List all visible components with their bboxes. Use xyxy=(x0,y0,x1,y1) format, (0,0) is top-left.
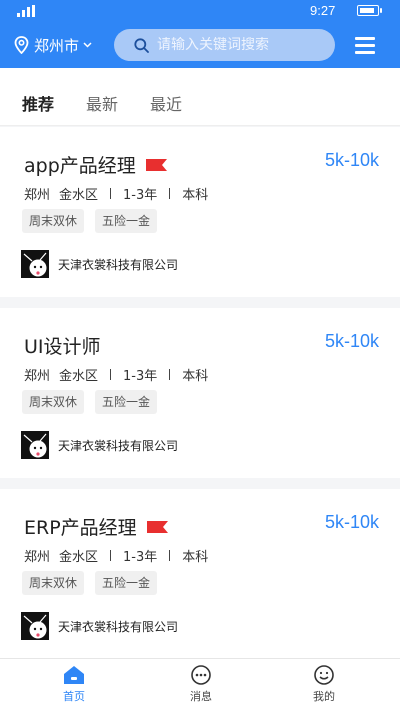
job-title-row: app产品经理 xyxy=(24,151,167,178)
job-tag: 周末双休 xyxy=(22,571,85,595)
divider xyxy=(169,188,171,199)
profile-icon xyxy=(314,665,334,685)
job-experience: 1-3年 xyxy=(123,188,158,203)
status-time: 9:27 xyxy=(310,3,336,18)
job-salary: 5k-10k xyxy=(324,331,379,351)
job-experience: 1-3年 xyxy=(123,369,158,384)
divider xyxy=(110,188,112,199)
job-tag: 五险一金 xyxy=(95,571,158,595)
status-bar: 9:27 xyxy=(0,0,400,22)
top-header: 9:27 郑州市 xyxy=(0,0,400,68)
job-tag: 周末双休 xyxy=(22,209,85,233)
job-title-row: ERP产品经理 xyxy=(24,513,168,540)
nav-messages[interactable]: 消息 xyxy=(171,665,231,704)
tab-latest[interactable]: 最新 xyxy=(86,91,118,115)
nav-messages-label: 消息 xyxy=(190,690,212,703)
job-meta: 郑州 金水区 1-3年 本科 xyxy=(24,184,208,203)
divider xyxy=(110,550,112,561)
company-name: 天津衣裳科技有限公司 xyxy=(58,619,179,634)
menu-icon[interactable] xyxy=(355,37,375,54)
job-title: UI设计师 xyxy=(24,336,101,358)
company-logo-icon xyxy=(21,431,49,459)
location-pin-icon xyxy=(14,36,29,54)
search-icon xyxy=(134,37,149,53)
company-row: 天津衣裳科技有限公司 xyxy=(21,612,178,640)
battery-icon xyxy=(357,5,382,16)
company-row: 天津衣裳科技有限公司 xyxy=(21,431,178,459)
job-meta: 郑州 金水区 1-3年 本科 xyxy=(24,365,208,384)
job-tag: 五险一金 xyxy=(95,209,158,233)
nav-home[interactable]: 首页 xyxy=(44,665,104,704)
city-selector[interactable]: 郑州市 xyxy=(14,33,92,57)
company-row: 天津衣裳科技有限公司 xyxy=(21,250,178,278)
job-salary: 5k-10k xyxy=(324,512,379,532)
tab-nearby[interactable]: 最近 xyxy=(150,91,182,115)
company-logo-icon xyxy=(21,612,49,640)
job-district: 金水区 xyxy=(59,550,99,565)
job-meta: 郑州 金水区 1-3年 本科 xyxy=(24,546,208,565)
job-card[interactable]: app产品经理 5k-10k 郑州 金水区 1-3年 本科 周末双休 五险一金 … xyxy=(0,127,400,297)
divider xyxy=(169,550,171,561)
job-experience: 1-3年 xyxy=(123,550,158,565)
divider xyxy=(110,369,112,380)
job-district: 金水区 xyxy=(59,188,99,203)
city-label: 郑州市 xyxy=(34,36,80,55)
search-bar[interactable] xyxy=(114,29,335,61)
job-education: 本科 xyxy=(182,550,209,565)
nav-home-label: 首页 xyxy=(63,690,85,703)
company-name: 天津衣裳科技有限公司 xyxy=(58,257,179,272)
nav-profile[interactable]: 我的 xyxy=(294,665,354,704)
job-tags: 周末双休 五险一金 xyxy=(22,209,168,233)
company-name: 天津衣裳科技有限公司 xyxy=(58,438,179,453)
job-education: 本科 xyxy=(182,369,209,384)
tab-bar: 推荐 最新 最近 xyxy=(0,68,400,126)
tab-recommended[interactable]: 推荐 xyxy=(22,91,54,115)
job-district: 金水区 xyxy=(59,369,99,384)
search-input[interactable] xyxy=(157,37,317,53)
job-tag: 周末双休 xyxy=(22,390,85,414)
message-icon xyxy=(191,665,211,685)
home-icon xyxy=(64,666,84,684)
job-title-row: UI设计师 xyxy=(24,332,101,359)
job-education: 本科 xyxy=(182,188,209,203)
chevron-down-icon xyxy=(83,42,92,48)
hot-flag-icon xyxy=(146,520,168,533)
hot-flag-icon xyxy=(145,158,167,171)
nav-profile-label: 我的 xyxy=(313,690,335,703)
job-city: 郑州 xyxy=(24,550,51,565)
job-card[interactable]: UI设计师 5k-10k 郑州 金水区 1-3年 本科 周末双休 五险一金 天津… xyxy=(0,308,400,478)
job-city: 郑州 xyxy=(24,369,51,384)
divider xyxy=(169,369,171,380)
job-salary: 5k-10k xyxy=(324,150,379,170)
bottom-nav: 首页 消息 我的 xyxy=(0,658,400,711)
job-card[interactable]: ERP产品经理 5k-10k 郑州 金水区 1-3年 本科 周末双休 五险一金 … xyxy=(0,489,400,659)
job-title: app产品经理 xyxy=(24,155,136,177)
job-city: 郑州 xyxy=(24,188,51,203)
job-title: ERP产品经理 xyxy=(24,517,137,539)
job-tags: 周末双休 五险一金 xyxy=(22,571,168,595)
signal-icon xyxy=(17,5,35,17)
job-tag: 五险一金 xyxy=(95,390,158,414)
job-tags: 周末双休 五险一金 xyxy=(22,390,168,414)
company-logo-icon xyxy=(21,250,49,278)
